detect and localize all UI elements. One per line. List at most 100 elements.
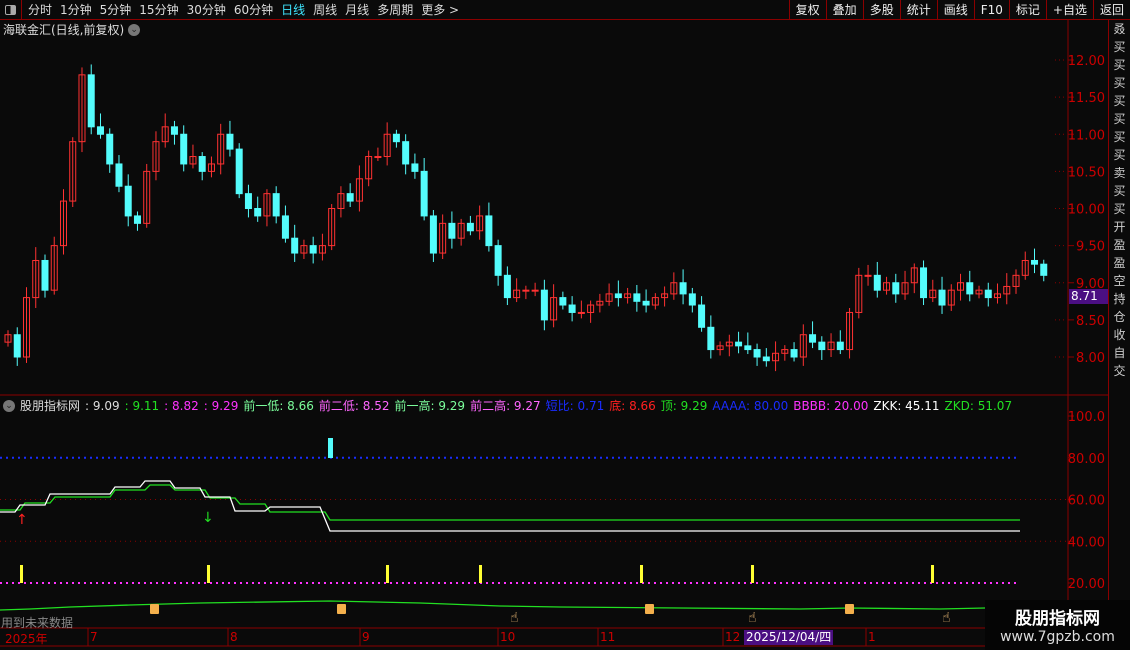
y-tick-label: 8.00 bbox=[1076, 351, 1105, 366]
signal-bar bbox=[328, 438, 333, 458]
candle-body bbox=[790, 349, 798, 358]
candle-body bbox=[522, 289, 530, 292]
candle-body bbox=[920, 267, 928, 299]
future-data-note: 用到未来数据 bbox=[1, 616, 74, 630]
indicator-name: 股朋指标网 bbox=[20, 399, 81, 413]
time-axis-label: 11 bbox=[600, 630, 616, 644]
side-panel[interactable]: 叒买买买买买买买卖买买开盈盈空持仓收自交 bbox=[1108, 20, 1130, 650]
candle-body bbox=[41, 259, 49, 291]
yellow-signal-bar bbox=[386, 565, 389, 583]
side-tab[interactable]: 盈 bbox=[1109, 254, 1130, 272]
candle-body bbox=[818, 341, 826, 351]
candle-body bbox=[392, 133, 400, 143]
candle-body bbox=[429, 215, 437, 254]
indicator-value: 前一高: 9.29 bbox=[394, 399, 466, 413]
lantern-icon bbox=[845, 604, 854, 614]
hand-icon: ☝ bbox=[748, 610, 757, 626]
candle-body bbox=[873, 274, 881, 291]
side-tab[interactable]: 叒 bbox=[1109, 20, 1130, 38]
indicator-value: 短比: 0.71 bbox=[545, 399, 605, 413]
side-tab[interactable]: 空 bbox=[1109, 272, 1130, 290]
candle-body bbox=[198, 156, 206, 172]
chart-canvas[interactable]: 12.0011.5011.0010.5010.009.509.008.508.0… bbox=[0, 0, 1130, 650]
indicator-value: 顶: 9.29 bbox=[660, 399, 708, 413]
yellow-signal-bar bbox=[207, 565, 210, 583]
time-axis-label: 1 bbox=[868, 630, 876, 644]
indicator-value: AAAA: 80.00 bbox=[712, 398, 789, 413]
indicator-value: 前二低: 8.52 bbox=[318, 399, 390, 413]
side-tab[interactable]: 买 bbox=[1109, 128, 1130, 146]
side-tab[interactable]: 买 bbox=[1109, 182, 1130, 200]
candle-body bbox=[540, 289, 548, 321]
yellow-signal-bar bbox=[479, 565, 482, 583]
candle-body bbox=[13, 334, 21, 358]
y-tick-label: 8.50 bbox=[1076, 314, 1105, 329]
candle-body bbox=[633, 293, 641, 302]
candle-body bbox=[531, 289, 539, 292]
y-tick-label: 60.00 bbox=[1068, 494, 1105, 509]
indicator-value: BBBB: 20.00 bbox=[793, 398, 869, 413]
indicator-value: 底: 8.66 bbox=[609, 399, 656, 413]
candle-body bbox=[133, 215, 141, 224]
candle-body bbox=[235, 148, 243, 195]
side-tab[interactable]: 买 bbox=[1109, 110, 1130, 128]
candle-body bbox=[272, 193, 280, 217]
candle-body bbox=[688, 293, 696, 306]
side-tab[interactable]: 卖 bbox=[1109, 164, 1130, 182]
candle-body bbox=[1040, 263, 1048, 276]
candle-body bbox=[614, 293, 622, 299]
indicator-value: : 9.11 bbox=[124, 398, 160, 413]
side-tab[interactable]: 买 bbox=[1109, 146, 1130, 164]
y-tick-label: 11.00 bbox=[1068, 128, 1105, 143]
side-tab[interactable]: 交 bbox=[1109, 362, 1130, 380]
candle-body bbox=[762, 356, 770, 362]
chevron-down-icon[interactable]: ⌄ bbox=[3, 399, 15, 412]
cursor-date: 2025/12/04/四 bbox=[744, 630, 834, 645]
candle-body bbox=[966, 282, 974, 295]
candle-body bbox=[494, 245, 502, 276]
current-price-tag: 8.71 bbox=[1069, 289, 1108, 304]
indicator-value: ZKD: 51.07 bbox=[944, 398, 1013, 413]
candle-body bbox=[411, 163, 419, 172]
yellow-signal-bar bbox=[751, 565, 754, 583]
candle-body bbox=[1031, 259, 1039, 265]
time-axis-label: 7 bbox=[90, 630, 98, 644]
time-axis-label: 2025年 bbox=[5, 632, 48, 646]
candle-body bbox=[568, 304, 576, 313]
side-tab[interactable]: 买 bbox=[1109, 92, 1130, 110]
y-tick-label: 11.50 bbox=[1068, 91, 1105, 106]
side-tab[interactable]: 收 bbox=[1109, 326, 1130, 344]
watermark-url: www.7gpzb.com bbox=[1000, 629, 1115, 645]
side-tab[interactable]: 买 bbox=[1109, 38, 1130, 56]
y-tick-label: 10.50 bbox=[1068, 165, 1105, 180]
candle-body bbox=[96, 126, 104, 135]
side-tab[interactable]: 自 bbox=[1109, 344, 1130, 362]
candle-body bbox=[124, 185, 132, 217]
time-axis-label: 12 bbox=[725, 630, 741, 644]
down-arrow-icon: ↓ bbox=[202, 510, 214, 526]
side-tab[interactable]: 仓 bbox=[1109, 308, 1130, 326]
side-tab[interactable]: 盈 bbox=[1109, 236, 1130, 254]
candle-body bbox=[180, 133, 188, 165]
candle-body bbox=[281, 215, 289, 239]
side-tab[interactable]: 买 bbox=[1109, 56, 1130, 74]
yellow-signal-bar bbox=[931, 565, 934, 583]
candle-body bbox=[402, 141, 410, 165]
lantern-icon bbox=[645, 604, 654, 614]
candle-body bbox=[753, 349, 761, 358]
side-tab[interactable]: 持 bbox=[1109, 290, 1130, 308]
y-tick-label: 9.50 bbox=[1076, 240, 1105, 255]
mini-line bbox=[0, 600, 986, 611]
candle-body bbox=[707, 326, 715, 351]
candle-body bbox=[420, 170, 428, 217]
hand-icon: ☝ bbox=[510, 610, 519, 626]
candle-body bbox=[735, 341, 743, 347]
zkd-line bbox=[0, 484, 1020, 521]
candle-body bbox=[448, 222, 456, 239]
candle-body bbox=[115, 163, 123, 187]
side-tab[interactable]: 开 bbox=[1109, 218, 1130, 236]
candle-body bbox=[87, 74, 95, 128]
indicator-value: 前一低: 8.66 bbox=[243, 399, 314, 413]
side-tab[interactable]: 买 bbox=[1109, 200, 1130, 218]
side-tab[interactable]: 买 bbox=[1109, 74, 1130, 92]
